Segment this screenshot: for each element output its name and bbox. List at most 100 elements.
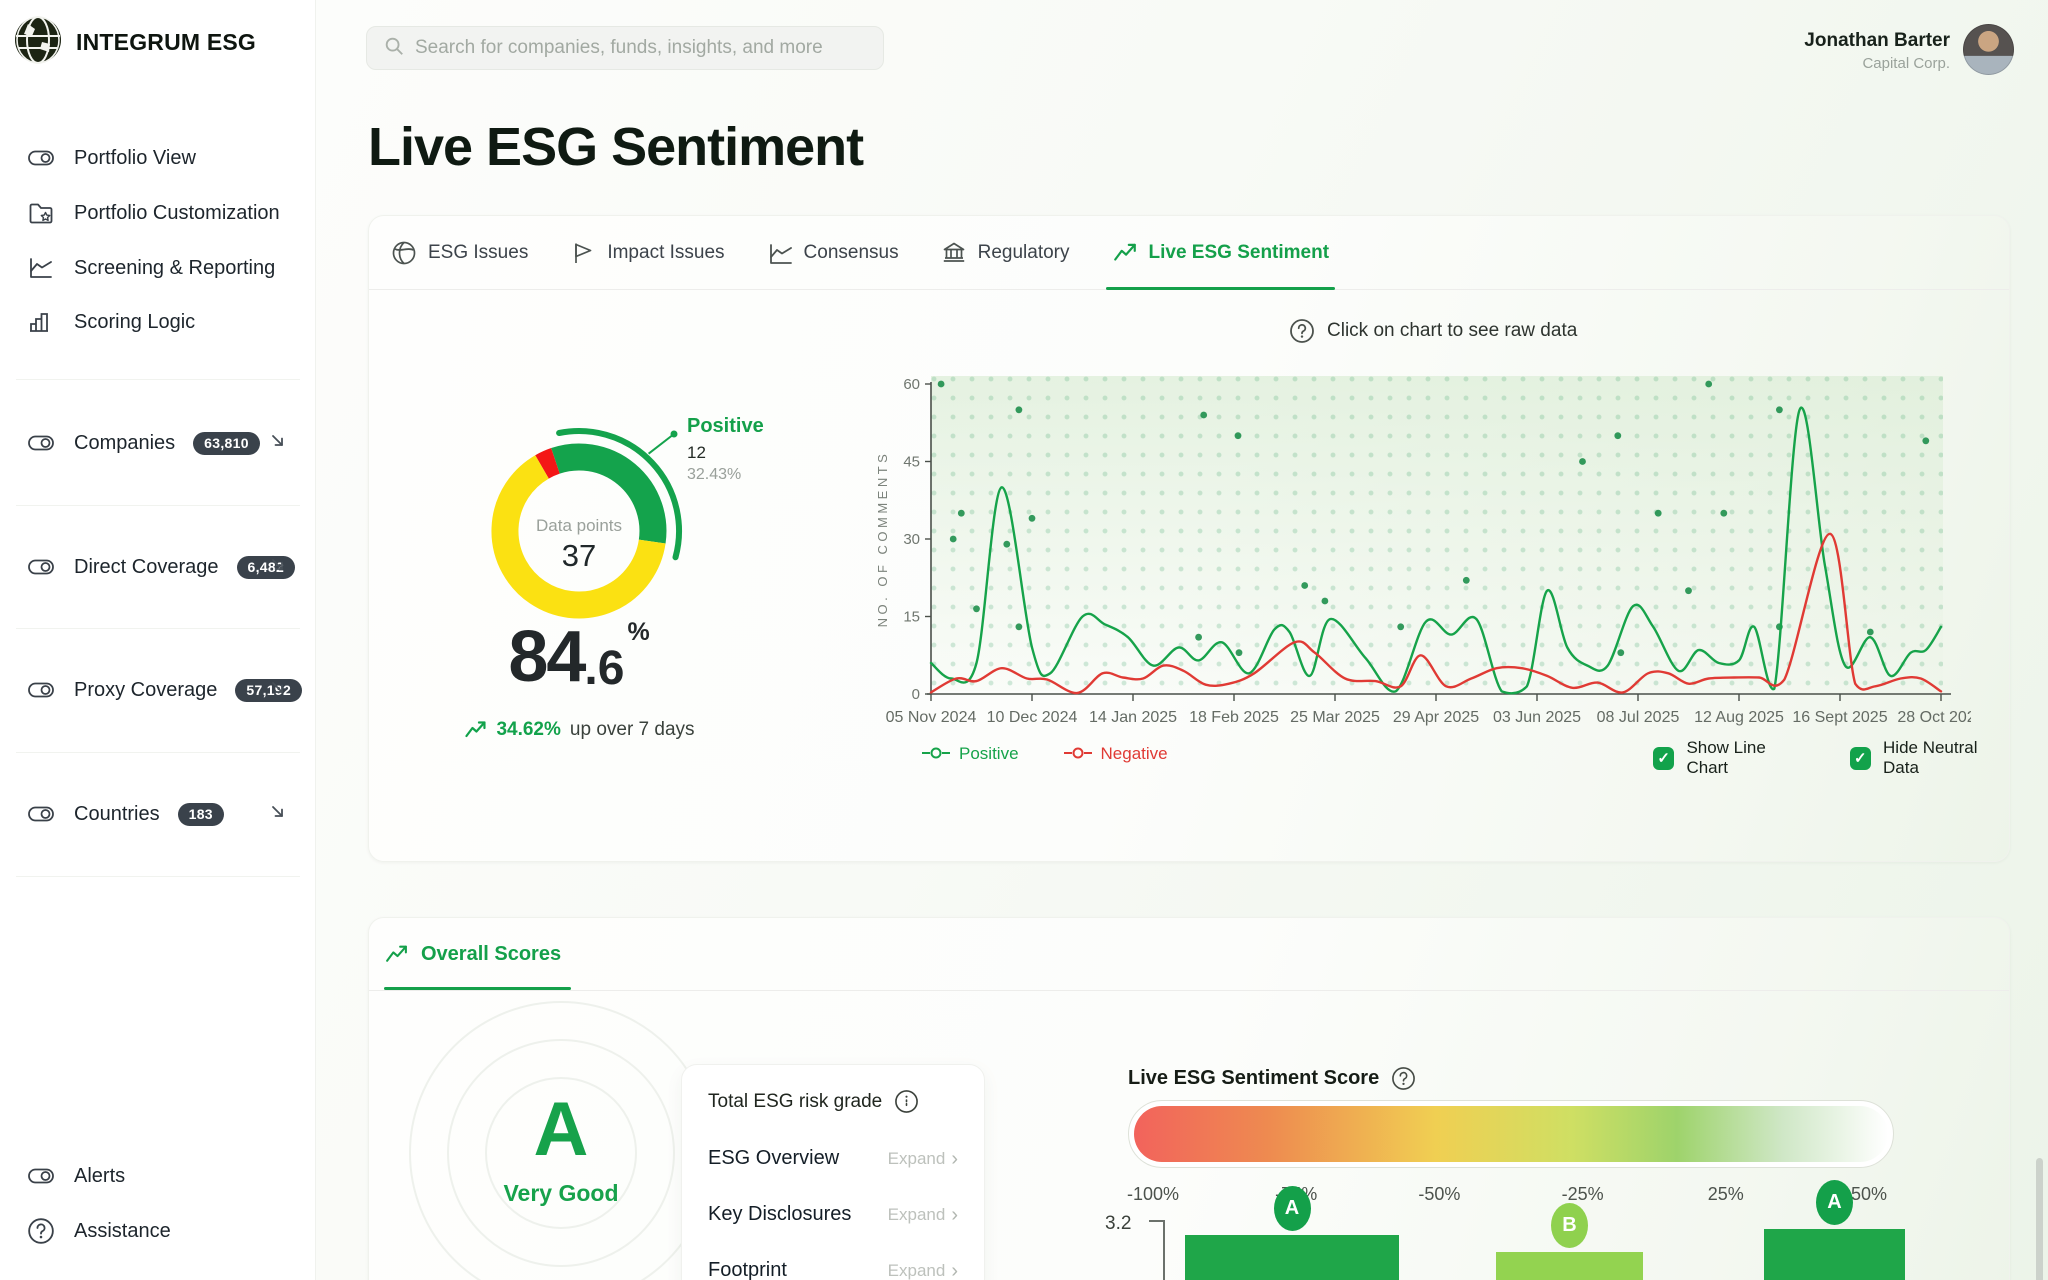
neutral-data-point[interactable]	[1029, 515, 1036, 522]
callout-count: 12	[687, 442, 764, 463]
sidebar-item-assistance[interactable]: Assistance	[0, 1203, 316, 1259]
se-arrow-icon[interactable]	[269, 803, 286, 825]
grade-badge: A	[1274, 1186, 1311, 1231]
divider	[369, 990, 2009, 991]
panel-row-footprint[interactable]: Footprint Expand›	[708, 1259, 958, 1280]
checkbox-show-line-chart[interactable]: ✓Show Line Chart	[1653, 738, 1804, 778]
search-input[interactable]	[415, 37, 867, 59]
sidebar-item-label: Direct Coverage	[74, 556, 219, 579]
x-tick-label: 12 Aug 2025	[1694, 709, 1784, 726]
legend-item-positive[interactable]: Positive	[921, 744, 1019, 764]
y-tick-label: 15	[903, 609, 920, 626]
se-arrow-icon[interactable]	[269, 432, 286, 454]
sidebar-dataset-countries[interactable]: Countries183	[0, 786, 316, 842]
neutral-data-point[interactable]	[1705, 381, 1712, 388]
divider	[16, 379, 300, 380]
question-icon[interactable]	[1391, 1066, 1416, 1091]
neutral-data-point[interactable]	[1016, 406, 1023, 413]
neutral-data-point[interactable]	[1463, 577, 1470, 584]
sidebar-item-scoring-logic[interactable]: Scoring Logic	[0, 294, 316, 350]
checkbox-icon[interactable]: ✓	[1850, 747, 1871, 770]
neutral-data-point[interactable]	[1776, 406, 1783, 413]
sidebar: INTEGRUM ESG Portfolio ViewPortfolio Cus…	[0, 0, 316, 1280]
sentiment-headline: 84 .6 %	[508, 624, 649, 690]
tab-consensus[interactable]: Consensus	[767, 216, 899, 289]
neutral-data-point[interactable]	[1655, 510, 1662, 517]
neutral-data-point[interactable]	[1614, 432, 1621, 439]
neutral-data-point[interactable]	[1236, 649, 1243, 656]
neutral-data-point[interactable]	[1301, 582, 1308, 589]
comments-line-chart[interactable]: 01530456005 Nov 202410 Dec 202414 Jan 20…	[871, 371, 1971, 731]
esg-grade-caption: Very Good	[503, 1180, 618, 1207]
sidebar-item-screening-reporting[interactable]: Screening & Reporting	[0, 240, 316, 296]
neutral-data-point[interactable]	[1235, 432, 1242, 439]
y-tick-label: 45	[903, 454, 920, 471]
tab-live-esg-sentiment[interactable]: Live ESG Sentiment	[1112, 216, 1330, 289]
sidebar-dataset-companies[interactable]: Companies63,810	[0, 415, 316, 471]
neutral-data-point[interactable]	[1685, 587, 1692, 594]
callout-dot	[671, 431, 678, 438]
neutral-data-point[interactable]	[1720, 510, 1727, 517]
info-icon[interactable]	[894, 1089, 919, 1114]
neutral-data-point[interactable]	[1003, 541, 1010, 548]
grade-bar[interactable]	[1496, 1252, 1643, 1280]
app-root: INTEGRUM ESG Portfolio ViewPortfolio Cus…	[0, 0, 2048, 1280]
bar-axis-tick-label: 3.2	[1105, 1213, 1131, 1235]
sidebar-item-alerts[interactable]: Alerts	[0, 1148, 316, 1204]
neutral-data-point[interactable]	[1579, 458, 1586, 465]
neutral-data-point[interactable]	[1867, 629, 1874, 636]
scrollbar[interactable]	[2036, 1158, 2043, 1280]
checkbox-hide-neutral-data[interactable]: ✓Hide Neutral Data	[1850, 738, 2009, 778]
donut-slice-negative[interactable]	[542, 461, 556, 467]
grade-bar[interactable]	[1185, 1235, 1399, 1280]
search-bar[interactable]	[366, 26, 884, 70]
tab-esg-issues[interactable]: ESG Issues	[391, 216, 528, 289]
neutral-data-point[interactable]	[1016, 623, 1023, 630]
tab-label: Live ESG Sentiment	[1149, 242, 1330, 264]
neutral-data-point[interactable]	[1200, 412, 1207, 419]
neutral-data-point[interactable]	[1322, 598, 1329, 605]
sentiment-score-gauge[interactable]	[1128, 1100, 1894, 1168]
grade-bar[interactable]	[1764, 1229, 1905, 1280]
sidebar-item-portfolio-customization[interactable]: Portfolio Customization	[0, 185, 316, 241]
panel-row-label: Footprint	[708, 1259, 787, 1280]
expand-button[interactable]: Expand›	[888, 1149, 958, 1169]
user-info[interactable]: Jonathan Barter Capital Corp.	[1730, 30, 1950, 72]
tab-overall-scores-label: Overall Scores	[421, 943, 561, 966]
se-arrow-icon[interactable]	[269, 556, 286, 578]
neutral-data-point[interactable]	[973, 605, 980, 612]
avatar[interactable]	[1963, 24, 2014, 75]
tab-regulatory[interactable]: Regulatory	[941, 216, 1070, 289]
x-tick-label: 03 Jun 2025	[1493, 709, 1581, 726]
tab-label: Regulatory	[978, 242, 1070, 264]
panel-row-esg-overview[interactable]: ESG OverviewExpand›	[708, 1147, 958, 1170]
neutral-data-point[interactable]	[1397, 623, 1404, 630]
series-line-positive[interactable]	[931, 408, 1941, 694]
neutral-data-point[interactable]	[950, 536, 957, 543]
neutral-data-point[interactable]	[958, 510, 965, 517]
checkbox-icon[interactable]: ✓	[1653, 747, 1674, 770]
sidebar-dataset-proxy-coverage[interactable]: Proxy Coverage57,192	[0, 662, 316, 718]
neutral-data-point[interactable]	[938, 381, 945, 388]
se-arrow-icon[interactable]	[269, 679, 286, 701]
legend-item-negative[interactable]: Negative	[1063, 744, 1168, 764]
donut-callout[interactable]: Positive 12 32.43%	[687, 414, 764, 485]
sidebar-dataset-direct-coverage[interactable]: Direct Coverage6,482	[0, 539, 316, 595]
expand-button[interactable]: Expand›	[888, 1205, 958, 1225]
expand-label: Expand	[888, 1261, 946, 1280]
neutral-data-point[interactable]	[1617, 649, 1624, 656]
tab-overall-scores[interactable]: Overall Scores	[384, 918, 561, 990]
tab-label: Impact Issues	[607, 242, 724, 264]
panel-row-key-disclosures[interactable]: Key Disclosures Expand›	[708, 1203, 958, 1226]
tab-impact-issues[interactable]: Impact Issues	[570, 216, 724, 289]
neutral-data-point[interactable]	[1922, 437, 1929, 444]
sidebar-item-portfolio-view[interactable]: Portfolio View	[0, 130, 316, 186]
expand-button[interactable]: Expand›	[888, 1261, 958, 1280]
brand: INTEGRUM ESG	[14, 16, 256, 69]
neutral-data-point[interactable]	[1195, 634, 1202, 641]
y-tick-label: 60	[903, 376, 920, 393]
expand-label: Expand	[888, 1205, 946, 1225]
series-line-negative[interactable]	[931, 534, 1941, 693]
panel-row-label: Key Disclosures	[708, 1203, 851, 1226]
tab-label: Consensus	[804, 242, 899, 264]
